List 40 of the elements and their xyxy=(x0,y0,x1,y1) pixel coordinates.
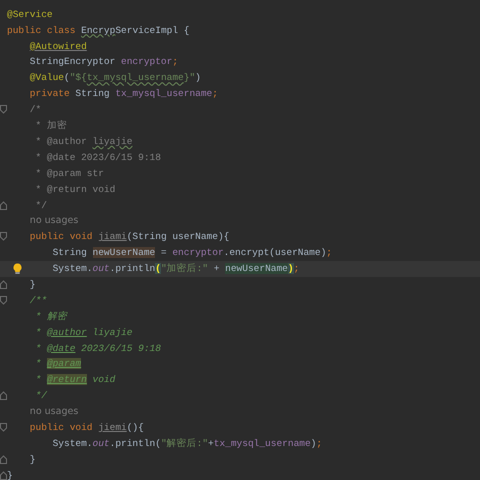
code-line: /** xyxy=(30,294,47,308)
code-line: } xyxy=(30,278,36,292)
code-line: public class EncrypServiceImpl { xyxy=(7,24,190,38)
fold-marker-icon[interactable] xyxy=(0,105,7,114)
code-line: System.out.println("解密后:"+tx_mysql_username); xyxy=(52,436,322,451)
fold-marker-icon[interactable] xyxy=(0,423,7,432)
code-line: } xyxy=(7,468,13,480)
code-line: * @date 2023/6/15 9:18 xyxy=(34,150,161,165)
code-line: * @return void xyxy=(34,182,116,197)
code-line: public void jiami(String userName){ xyxy=(30,230,230,244)
code-line: @Service xyxy=(7,8,53,22)
fold-marker-icon[interactable] xyxy=(0,454,7,464)
code-line: * @date 2023/6/15 9:18 xyxy=(34,342,161,356)
fold-marker-icon[interactable] xyxy=(0,232,7,242)
fold-marker-icon[interactable] xyxy=(0,296,7,306)
fold-marker-icon[interactable] xyxy=(0,200,7,210)
usage-hint[interactable]: no usages xyxy=(30,214,78,229)
code-line: @Autowired xyxy=(30,40,87,54)
fold-marker-icon[interactable] xyxy=(0,470,7,480)
lightbulb-icon[interactable] xyxy=(13,263,22,274)
code-line: * @author liyajie xyxy=(34,134,132,149)
code-line: /* xyxy=(30,103,42,118)
code-line: * @param str xyxy=(34,166,104,181)
fold-marker-icon[interactable] xyxy=(0,280,7,290)
code-line: private String tx_mysql_username; xyxy=(30,87,218,102)
code-line: System.out.println("加密后:" + newUserName); xyxy=(52,262,300,276)
code-line: */ xyxy=(34,198,47,212)
code-line: * @author liyajie xyxy=(34,326,132,340)
code-line: @Value("${tx_mysql_username}") xyxy=(30,71,201,86)
code-line: } xyxy=(30,452,36,467)
code-line: * @param xyxy=(34,357,82,372)
code-line: */ xyxy=(34,389,47,404)
usage-hint[interactable]: no usages xyxy=(30,405,78,420)
code-line: * @return void xyxy=(34,373,116,388)
fold-marker-icon[interactable] xyxy=(0,391,7,400)
code-line: public void jiemi(){ xyxy=(30,420,144,435)
code-line: * 解密 xyxy=(34,310,67,324)
code-line: * 加密 xyxy=(34,119,67,134)
code-line: StringEncryptor encryptor; xyxy=(30,55,178,70)
code-line: String newUserName = encryptor.encrypt(userName); xyxy=(52,246,332,260)
